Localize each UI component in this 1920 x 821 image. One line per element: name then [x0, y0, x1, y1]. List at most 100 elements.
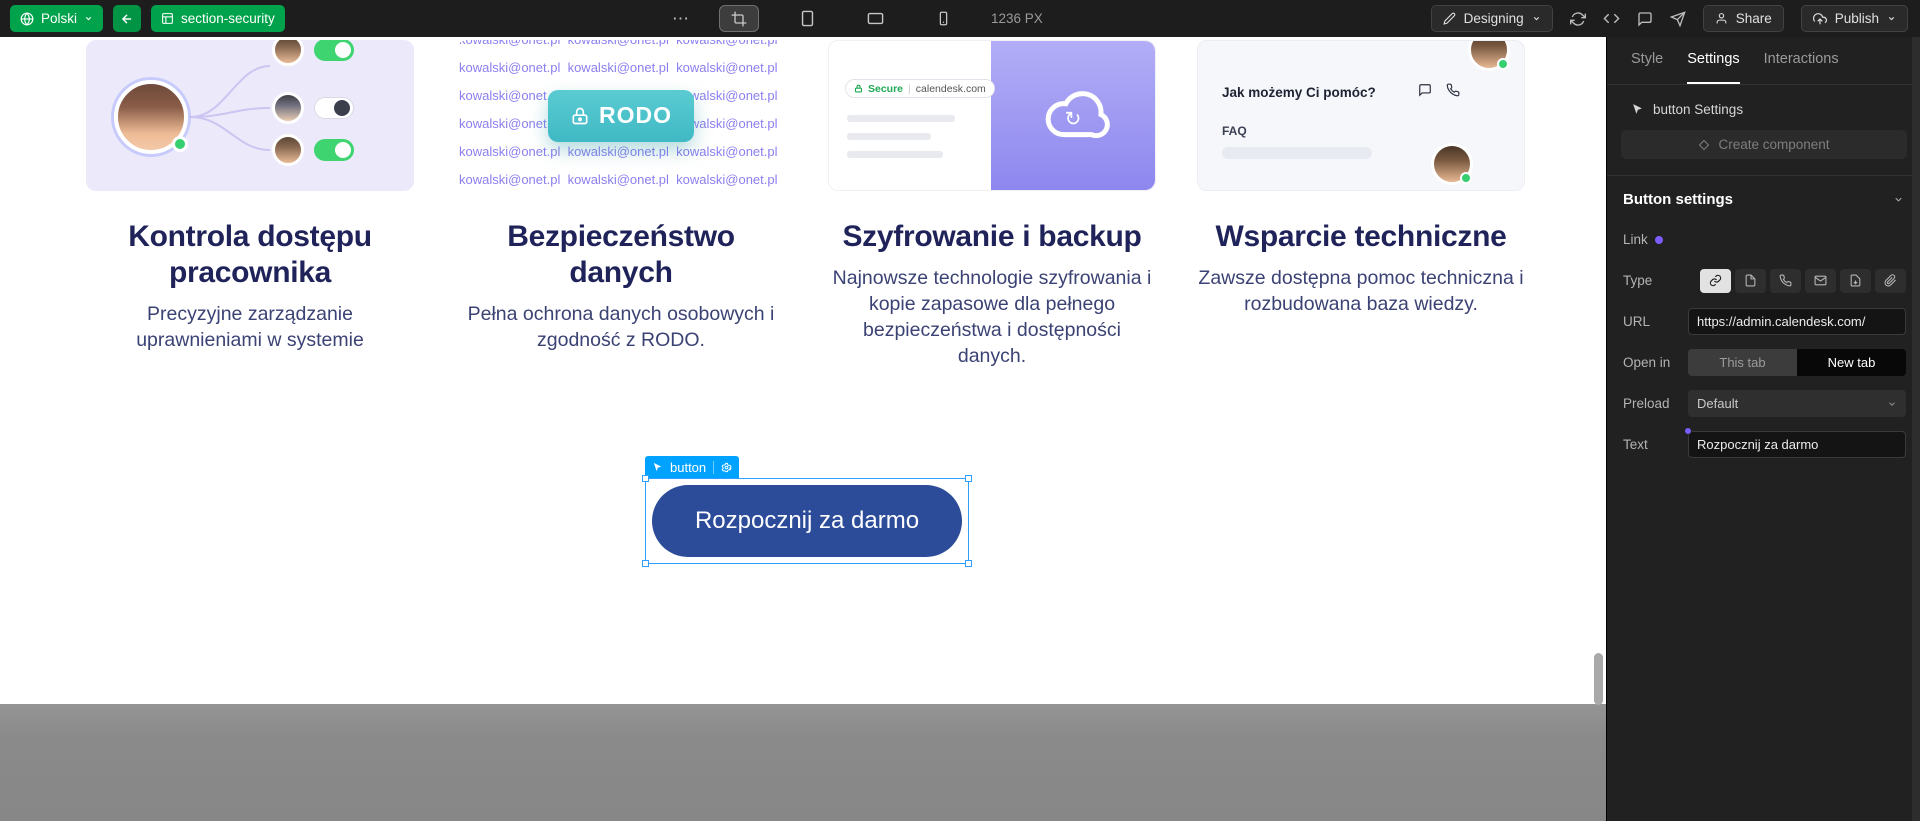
feature-card-access-control[interactable]: Kontrola dostępu pracownika Precyzyjne z…: [86, 40, 414, 353]
card-body[interactable]: Zawsze dostępna pomoc techniczna i rozbu…: [1197, 265, 1525, 317]
gear-icon[interactable]: [721, 462, 733, 473]
section-badge[interactable]: section-security: [151, 5, 285, 32]
share-label: Share: [1735, 11, 1772, 26]
open-in-this-tab-option[interactable]: This tab: [1688, 349, 1797, 376]
section-icon: [161, 12, 174, 25]
selected-element-tag[interactable]: button: [645, 456, 740, 478]
card-body[interactable]: Pełna ochrona danych osobowych i zgodnoś…: [457, 301, 785, 353]
link-type-file-button[interactable]: [1840, 268, 1871, 293]
design-canvas[interactable]: Kontrola dostępu pracownika Precyzyjne z…: [0, 37, 1606, 821]
element-context-row: button Settings: [1607, 85, 1920, 117]
section-badge-label: section-security: [181, 11, 275, 26]
permission-row: [272, 134, 354, 166]
person-icon: [1715, 12, 1728, 25]
more-menu-button[interactable]: ⋯: [672, 9, 691, 29]
secure-label: Secure: [868, 82, 904, 95]
link-type-phone-button[interactable]: [1770, 268, 1801, 293]
card-image-rodo[interactable]: kowalski@onet.pl kowalski@onet.pl kowals…: [457, 40, 785, 191]
card-image-access-control[interactable]: [86, 40, 414, 191]
lock-icon: [570, 106, 590, 126]
permission-toggle-on: [314, 139, 354, 161]
tab-settings[interactable]: Settings: [1687, 51, 1740, 84]
selection-handle: [642, 560, 649, 567]
sync-icon[interactable]: [1569, 11, 1586, 27]
url-input[interactable]: [1688, 308, 1906, 335]
avatar: [272, 92, 304, 124]
selected-element-label: button: [670, 459, 707, 475]
override-indicator-dot: [1684, 427, 1692, 435]
faq-label: FAQ: [1222, 124, 1247, 138]
button-element-icon: [652, 462, 663, 473]
url-label: URL: [1623, 314, 1651, 329]
mode-selector[interactable]: Designing: [1430, 5, 1553, 32]
chevron-down-icon: [1887, 399, 1897, 409]
chevron-down-icon: [1532, 14, 1541, 23]
card-title[interactable]: Kontrola dostępu pracownika: [86, 219, 414, 291]
selection-handle: [965, 560, 972, 567]
card-image-backup[interactable]: ↻ Secure | calendesk.com: [828, 40, 1156, 191]
link-type-page-button[interactable]: [1735, 268, 1766, 293]
phone-device-icon: [936, 11, 951, 26]
publish-button[interactable]: Publish: [1800, 5, 1908, 32]
chevron-down-icon: [1887, 14, 1896, 23]
breakpoint-tablet-button[interactable]: [787, 5, 827, 32]
support-widget-header: Jak możemy Ci pomóc?: [1222, 85, 1376, 100]
card-title[interactable]: Bezpieczeństwo danych: [457, 219, 785, 291]
phone-icon: [1446, 83, 1460, 97]
permission-toggle-on: [314, 40, 354, 61]
tab-interactions[interactable]: Interactions: [1764, 51, 1839, 84]
card-body[interactable]: Najnowsze technologie szyfrowania i kopi…: [828, 265, 1156, 369]
rodo-label: RODO: [599, 102, 672, 128]
panel-scrollbar[interactable]: [1912, 37, 1920, 821]
preload-select[interactable]: Default: [1688, 390, 1906, 417]
cloud-panel: ↻: [991, 41, 1155, 190]
feature-card-encryption-backup[interactable]: ↻ Secure | calendesk.com Szyfrowanie i b…: [828, 40, 1156, 369]
preload-row: Preload Default: [1623, 390, 1906, 417]
panel-tabs: Style Settings Interactions: [1607, 37, 1920, 85]
language-label: Polski: [41, 11, 78, 26]
chevron-down-icon[interactable]: [1893, 194, 1904, 205]
tablet-landscape-icon: [867, 10, 884, 27]
canvas-width-value[interactable]: 1236 PX: [991, 11, 1043, 26]
language-selector[interactable]: Polski: [10, 5, 104, 32]
link-label: Link: [1623, 232, 1648, 247]
topbar-right-group: Designing Share Publish: [1430, 5, 1908, 32]
feature-card-support[interactable]: Jak możemy Ci pomóc? FAQ Wsparcie techni…: [1197, 40, 1525, 317]
back-arrow-icon: [120, 12, 134, 26]
breakpoint-custom-button[interactable]: [719, 5, 759, 32]
tab-style[interactable]: Style: [1631, 51, 1663, 84]
preview-send-icon[interactable]: [1669, 10, 1686, 27]
link-type-url-button[interactable]: [1700, 268, 1731, 293]
cta-button[interactable]: Rozpocznij za darmo: [652, 485, 962, 557]
crop-icon: [731, 11, 747, 27]
card-title[interactable]: Wsparcie techniczne: [1197, 219, 1525, 255]
breakpoint-phone-button[interactable]: [923, 5, 963, 32]
comments-icon[interactable]: [1637, 11, 1653, 27]
create-component-label: Create component: [1718, 137, 1830, 152]
button-settings-section-header[interactable]: Button settings: [1607, 176, 1920, 208]
preload-value: Default: [1697, 396, 1739, 411]
support-widget-icons: [1418, 83, 1460, 97]
button-settings-icon: [1631, 103, 1644, 116]
code-icon[interactable]: [1603, 10, 1620, 27]
create-component-button[interactable]: Create component: [1621, 130, 1907, 159]
card-title[interactable]: Szyfrowanie i backup: [828, 219, 1156, 255]
address-domain: calendesk.com: [915, 82, 986, 95]
tag-divider: [713, 460, 715, 474]
back-button[interactable]: [113, 5, 142, 32]
link-type-anchor-button[interactable]: [1875, 268, 1906, 293]
breakpoint-tablet-landscape-button[interactable]: [855, 5, 895, 32]
canvas-scrollbar-thumb[interactable]: [1594, 653, 1603, 705]
button-text-input[interactable]: [1688, 431, 1906, 458]
share-button[interactable]: Share: [1702, 5, 1784, 32]
status-dot: [1460, 172, 1472, 184]
feature-card-data-security[interactable]: kowalski@onet.pl kowalski@onet.pl kowals…: [457, 40, 785, 353]
chevron-down-icon: [84, 14, 93, 23]
avatar: [1468, 41, 1510, 71]
card-body[interactable]: Precyzyjne zarządzanie uprawnieniami w s…: [86, 301, 414, 353]
avatar: [114, 80, 188, 154]
link-type-email-button[interactable]: [1805, 268, 1836, 293]
next-section-placeholder[interactable]: [0, 704, 1606, 821]
open-in-new-tab-option[interactable]: New tab: [1797, 349, 1906, 376]
card-image-support[interactable]: Jak możemy Ci pomóc? FAQ: [1197, 40, 1525, 191]
